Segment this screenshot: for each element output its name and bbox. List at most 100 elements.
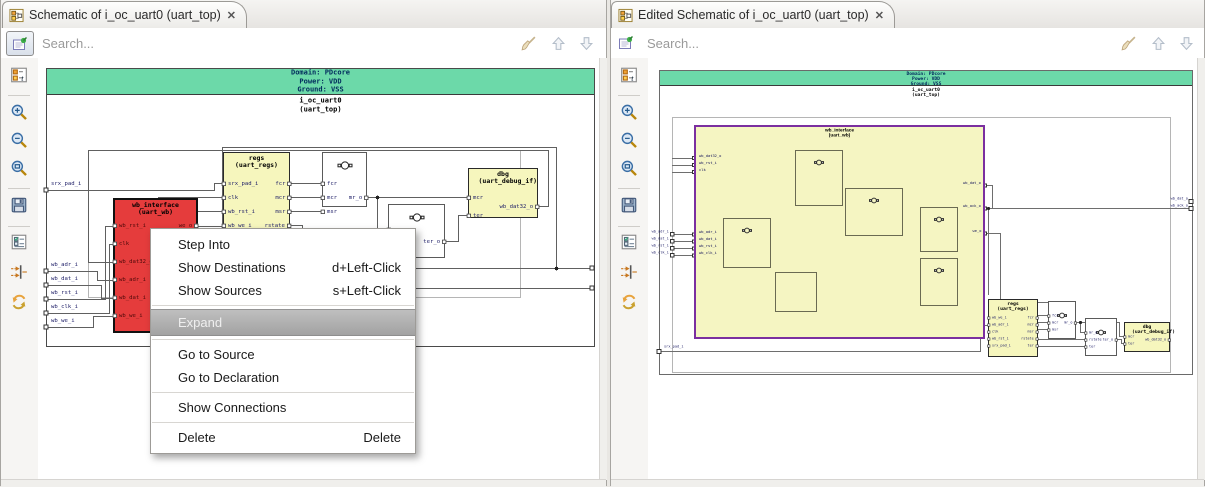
show-pins-icon[interactable] — [618, 261, 640, 283]
port-label: msr — [1027, 329, 1039, 334]
logic-gate-icon — [337, 156, 353, 175]
pin-label: wb_rst_i — [651, 243, 669, 248]
toolbar-separator — [8, 226, 30, 227]
toolbar-separator — [618, 188, 640, 189]
refresh-icon[interactable] — [618, 291, 640, 313]
logic-gate-icon — [934, 261, 944, 279]
sub-block[interactable] — [723, 218, 771, 268]
domain-label: Domain: PDcore — [290, 69, 350, 77]
menu-item-show-destinations[interactable]: Show Destinations d+Left-Click — [151, 256, 415, 279]
left-search-input[interactable] — [40, 32, 424, 54]
port-label: mcr — [466, 194, 484, 201]
zoom-fit-icon[interactable] — [8, 157, 30, 179]
port-label: mr_o — [348, 194, 369, 201]
port-label: ter — [1027, 343, 1039, 348]
port-label: ter — [1123, 341, 1135, 346]
port-label: wb_dat_o — [963, 181, 981, 186]
port-label: mcr — [274, 194, 292, 201]
left-tab[interactable]: Schematic of i_oc_uart0 (uart_top) ✕ — [2, 1, 247, 28]
save-icon[interactable] — [8, 194, 30, 216]
clear-search-broom-icon[interactable] — [520, 35, 538, 53]
port-label: fcr — [1027, 315, 1039, 320]
zoom-out-icon[interactable] — [618, 129, 640, 151]
menu-item-step-into[interactable]: Step Into — [151, 233, 415, 256]
menu-separator — [152, 339, 414, 340]
sub-block[interactable] — [920, 207, 958, 252]
pin-search-icon — [618, 35, 634, 51]
logic-gate-icon — [409, 208, 425, 227]
block-regs-small[interactable]: regs (uart_regs) wb_we_i wb_adr_i clk wb_… — [987, 299, 1039, 357]
clear-search-broom-icon[interactable] — [1120, 35, 1138, 53]
right-vertical-scrollbar[interactable] — [1197, 58, 1205, 480]
search-prev-up-icon[interactable] — [550, 35, 568, 53]
port-label: wb_rst_i — [699, 161, 717, 166]
block-title: regs (uart_regs) — [235, 155, 278, 170]
block-title: wb_interface (uart_wb) — [132, 202, 179, 217]
block-logic-small-2[interactable]: mr_o rstate ter ter_o — [1084, 318, 1118, 356]
right-search-input[interactable] — [645, 32, 1029, 54]
port-label: ter_o — [1102, 337, 1118, 342]
domain-label: Domain: PDcore — [906, 71, 946, 77]
ground-label: Ground: VSS — [910, 81, 942, 87]
port-label: wb_dat32_o — [499, 203, 540, 210]
zoom-out-icon[interactable] — [8, 129, 30, 151]
entity-name: (uart_top) — [299, 105, 342, 114]
sub-block[interactable] — [845, 188, 903, 236]
port-label: wb_adr_i — [112, 276, 146, 283]
port-label: wb_rst_i — [699, 244, 717, 249]
menu-item-show-sources[interactable]: Show Sources s+Left-Click — [151, 279, 415, 302]
menu-item-go-to-declaration[interactable]: Go to Declaration — [151, 366, 415, 389]
port-label: wb_clk_i — [699, 251, 717, 256]
block-dbg-small[interactable]: dbg (uart_debug_if) mcr ter wb_dat32_o — [1123, 322, 1175, 352]
block-regs[interactable]: regs (uart_regs) srx_pad_i clk wb_rst_i w… — [221, 152, 292, 237]
toolbar-separator — [8, 188, 30, 189]
menu-item-show-connections[interactable]: Show Connections — [151, 396, 415, 419]
port-label: mcr — [1123, 334, 1135, 339]
left-vertical-scrollbar[interactable] — [599, 58, 607, 480]
port-label: wb_rst_i — [987, 336, 1009, 341]
zoom-in-icon[interactable] — [8, 101, 30, 123]
block-logic-1[interactable]: fcr mcr msr mr_o — [320, 152, 369, 214]
pin-label: wb_dat_i — [51, 275, 78, 282]
right-tab[interactable]: Edited Schematic of i_oc_uart0 (uart_top… — [611, 1, 895, 28]
left-pin-search-button[interactable] — [6, 31, 34, 56]
port-label: fcr — [274, 180, 292, 187]
context-menu: Step Into Show Destinations d+Left-Click … — [150, 228, 416, 454]
right-tab-close-icon[interactable]: ✕ — [875, 9, 884, 22]
right-pin-search-button[interactable] — [616, 34, 636, 52]
menu-item-go-to-source[interactable]: Go to Source — [151, 343, 415, 366]
palette-icon[interactable]: t — [618, 64, 640, 86]
options-icon[interactable] — [618, 231, 640, 253]
menu-item-expand-highlighted[interactable]: Expand — [151, 309, 415, 336]
port-label: wb_adr_i — [699, 230, 717, 235]
schematic-tab-icon — [9, 8, 24, 23]
left-horizontal-scrollbar[interactable] — [1, 479, 606, 487]
block-logic-small-1[interactable]: fcr mcr msr mr_o — [1047, 301, 1078, 339]
pin-label: wb_adr_i — [651, 229, 669, 234]
menu-item-delete[interactable]: Delete Delete — [151, 426, 415, 449]
port-label: ter — [1084, 344, 1096, 349]
show-pins-icon[interactable] — [8, 261, 30, 283]
save-icon[interactable] — [618, 194, 640, 216]
options-icon[interactable] — [8, 231, 30, 253]
sub-block[interactable] — [795, 150, 843, 206]
search-prev-up-icon[interactable] — [1150, 35, 1168, 53]
palette-icon[interactable]: t — [8, 64, 30, 86]
port-label: rstate — [1021, 336, 1039, 341]
schematic-viewer-window: Schematic of i_oc_uart0 (uart_top) ✕ t D… — [0, 0, 1205, 487]
sub-block[interactable] — [920, 258, 958, 306]
left-tab-close-icon[interactable]: ✕ — [227, 9, 236, 22]
port-label: wb_rst_i — [112, 222, 146, 229]
search-next-down-icon[interactable] — [578, 35, 596, 53]
refresh-icon[interactable] — [8, 291, 30, 313]
block-dbg[interactable]: dbg (uart_debug_if) mcr ter wb_dat32_o — [466, 168, 540, 218]
zoom-fit-icon[interactable] — [618, 157, 640, 179]
sub-block[interactable] — [775, 272, 817, 312]
search-next-down-icon[interactable] — [1178, 35, 1196, 53]
left-tab-title: Schematic of i_oc_uart0 (uart_top) — [29, 8, 221, 22]
port-label: mr_o — [1063, 320, 1078, 325]
zoom-in-icon[interactable] — [618, 101, 640, 123]
port-label: msr — [320, 208, 338, 215]
right-horizontal-scrollbar[interactable] — [611, 479, 1204, 487]
port-label: wb_dat32_o — [1145, 337, 1171, 342]
